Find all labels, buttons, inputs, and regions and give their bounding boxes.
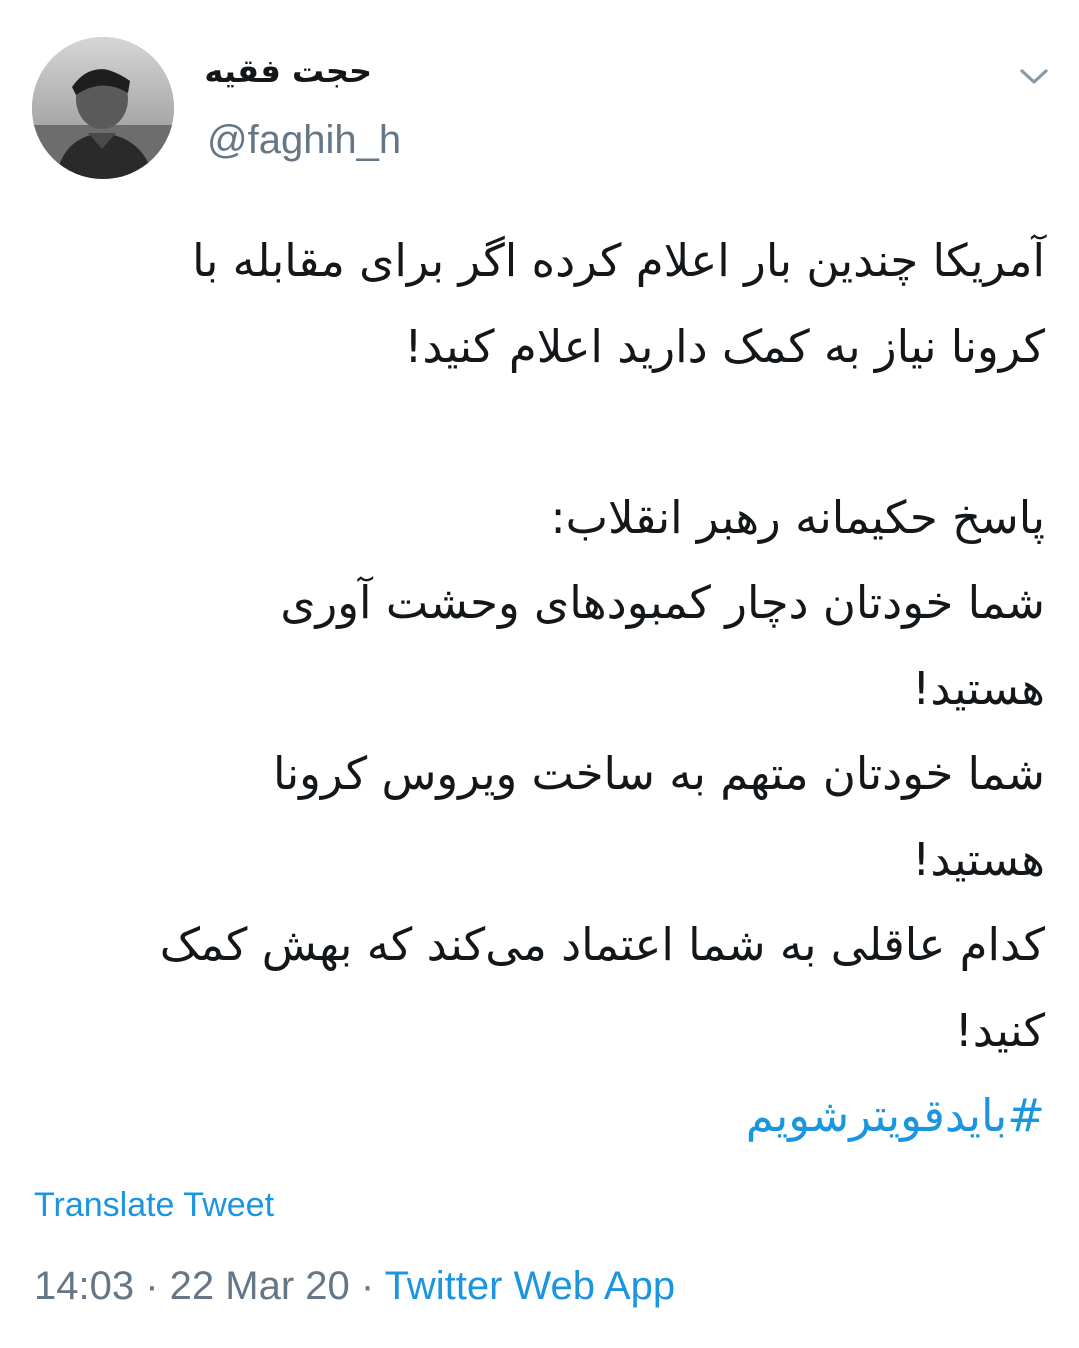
tweet-meta: 14:03 · 22 Mar 20 · Twitter Web App	[34, 1264, 675, 1309]
tweet-line: شما خودتان دچار کمبودهای وحشت آوری	[280, 576, 1045, 629]
tweet-line: آمریکا چندین بار اعلام کرده اگر برای مقا…	[192, 234, 1045, 287]
tweet-line: پاسخ حکیمانه رهبر انقلاب:	[550, 490, 1045, 544]
tweet-date[interactable]: 22 Mar 20	[170, 1264, 350, 1308]
tweet-source-link[interactable]: Twitter Web App	[385, 1264, 676, 1308]
chevron-down-icon[interactable]	[1014, 64, 1054, 90]
display-name[interactable]: حجت فقیه	[204, 52, 372, 90]
tweet-line: هستید!	[912, 661, 1045, 715]
tweet-line	[45, 389, 1045, 475]
tweet-line: شما خودتان متهم به ساخت ویروس کرونا	[272, 747, 1045, 800]
meta-separator: ·	[134, 1264, 170, 1308]
profile-photo-icon	[32, 37, 174, 179]
meta-separator: ·	[349, 1264, 385, 1308]
tweet-time[interactable]: 14:03	[34, 1264, 134, 1308]
avatar[interactable]	[32, 37, 174, 179]
hashtag-link[interactable]: #بایدقویترشویم	[45, 1073, 1045, 1159]
tweet-detail: حجت فقیه @faghih_h آمریکا چندین بار اعلا…	[0, 0, 1079, 1348]
tweet-line: کنید!	[954, 1003, 1045, 1057]
tweet-line: کدام عاقلی به شما اعتماد می‌کند که بهش ک…	[159, 918, 1045, 971]
translate-tweet-link[interactable]: Translate Tweet	[34, 1186, 274, 1225]
tweet-text: آمریکا چندین بار اعلام کرده اگر برای مقا…	[45, 218, 1045, 1159]
tweet-line: کرونا نیاز به کمک دارید اعلام کنید!	[404, 319, 1045, 373]
tweet-line: هستید!	[912, 832, 1045, 886]
user-handle[interactable]: @faghih_h	[207, 118, 401, 163]
